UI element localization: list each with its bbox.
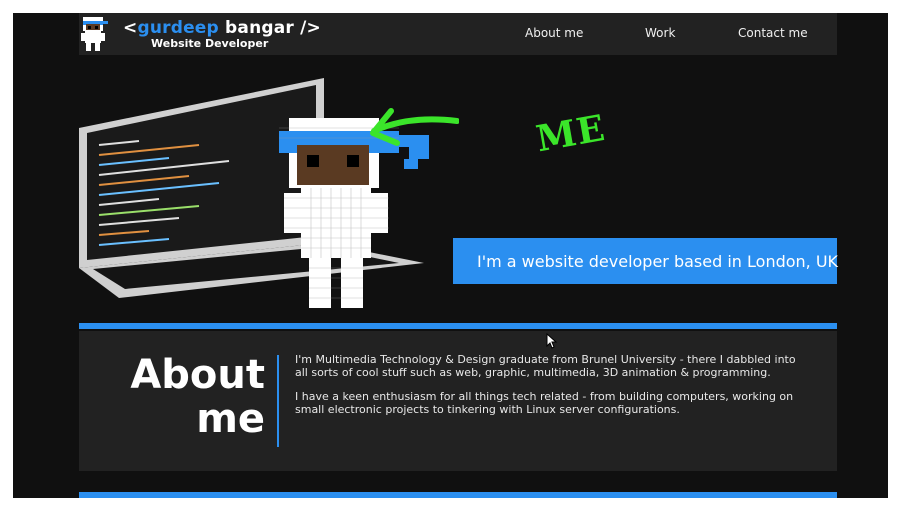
section-divider-bottom [79, 492, 837, 498]
brand-close-bracket: /> [300, 18, 321, 38]
about-heading-line2: me [196, 396, 265, 442]
about-paragraph-1: I'm Multimedia Technology & Design gradu… [295, 353, 796, 379]
about-divider [277, 355, 279, 447]
nav-work[interactable]: Work [645, 26, 675, 40]
section-divider-top [79, 323, 837, 329]
intro-banner-text: I'm a website developer based in London,… [477, 251, 839, 271]
mouse-cursor-icon [546, 333, 558, 349]
nav-about-me[interactable]: About me [525, 26, 583, 40]
brand-last-name: bangar [218, 18, 294, 38]
site-header: <gurdeep bangar /> Website Developer Abo… [79, 13, 837, 55]
brand-name[interactable]: <gurdeep bangar /> [123, 18, 321, 38]
about-body: I'm Multimedia Technology & Design gradu… [295, 353, 805, 416]
me-label: ME [533, 106, 609, 161]
hero-illustration [79, 78, 459, 308]
nav-contact-me[interactable]: Contact me [738, 26, 808, 40]
brand-first-name: gurdeep [137, 18, 219, 38]
about-section: About me I'm Multimedia Technology & Des… [79, 331, 837, 471]
intro-banner: I'm a website developer based in London,… [453, 238, 839, 284]
ninja-avatar-logo[interactable] [79, 15, 109, 53]
brand-tagline: Website Developer [151, 37, 269, 50]
brand-open-bracket: < [123, 18, 138, 38]
ninja-character [279, 118, 429, 308]
about-heading-line1: About [130, 352, 265, 398]
about-paragraph-2: I have a keen enthusiasm for all things … [295, 390, 794, 416]
about-heading: About me [85, 353, 265, 441]
page-frame: <gurdeep bangar /> Website Developer Abo… [13, 13, 888, 498]
